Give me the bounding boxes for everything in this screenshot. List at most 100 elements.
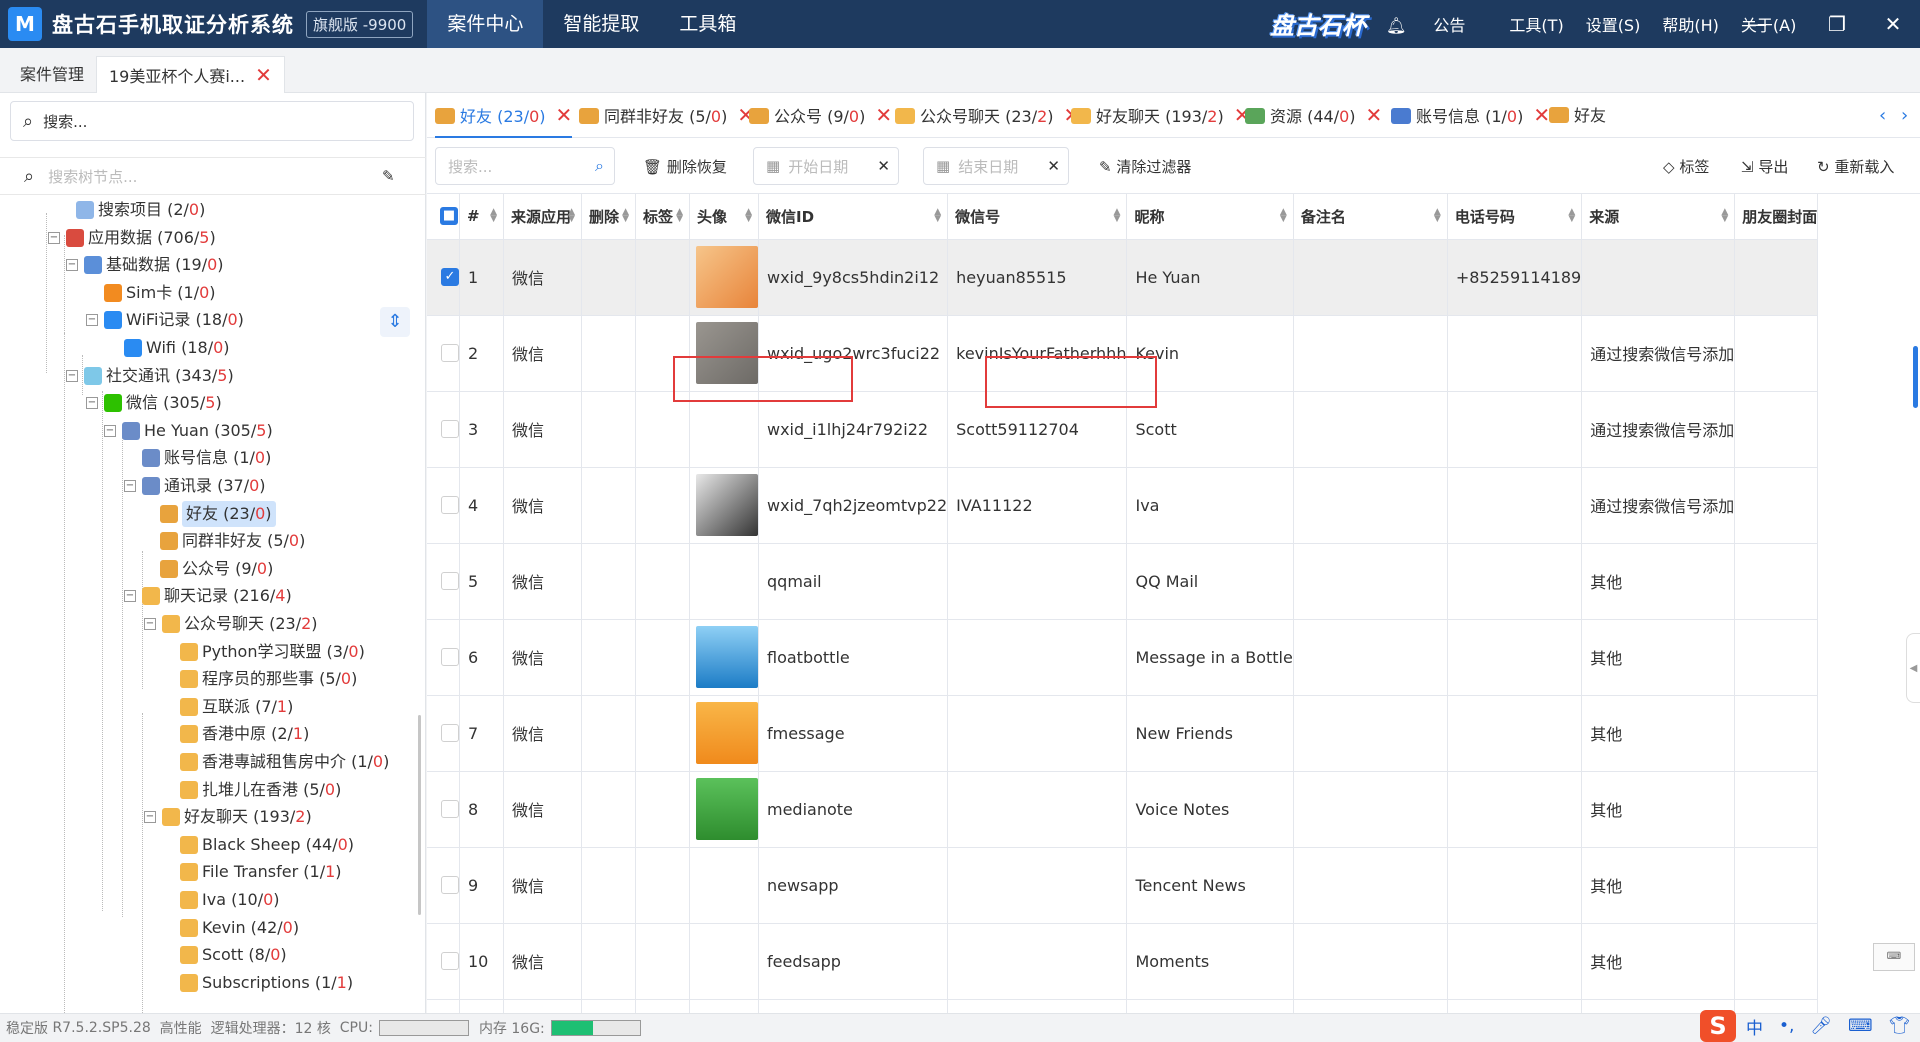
collapse-toggle-icon[interactable]: − bbox=[144, 618, 156, 630]
tree-node[interactable]: − 好友聊天 (193/2) bbox=[144, 804, 312, 830]
row-checkbox-cell[interactable] bbox=[427, 771, 460, 848]
menu-toolbox[interactable]: 工具箱 bbox=[659, 0, 756, 48]
sort-icon[interactable]: ▲ ▼ bbox=[1568, 208, 1575, 224]
collapse-toggle-icon[interactable]: − bbox=[144, 811, 156, 824]
close-tab-icon[interactable]: ✕ bbox=[1533, 103, 1550, 127]
row-checkbox-cell[interactable] bbox=[427, 315, 460, 392]
tree-node[interactable]: File Transfer (1/1) bbox=[180, 859, 342, 885]
row-checkbox-cell[interactable]: ✓ bbox=[427, 239, 460, 316]
side-panel-toggle[interactable]: ◀ bbox=[1906, 633, 1920, 703]
table-row[interactable]: 8 微信 medianote Voice Notes 其他 bbox=[427, 771, 1819, 848]
sort-icon[interactable]: ▲ ▼ bbox=[1114, 208, 1121, 224]
table-scrollbar[interactable] bbox=[1913, 346, 1918, 408]
export-button[interactable]: ⇲ 导出 bbox=[1741, 156, 1788, 177]
column-header[interactable]: 昵称 ▲ ▼ bbox=[1126, 194, 1294, 240]
row-checkbox[interactable] bbox=[441, 648, 459, 666]
tab-case-management[interactable]: 案件管理 bbox=[8, 56, 96, 93]
column-header[interactable]: 微信ID ▲ ▼ bbox=[758, 194, 949, 240]
table-row[interactable]: ✓ 1 微信 wxid_9y8cs5hdin2i12 heyuan85515 He Yua… bbox=[427, 239, 1819, 316]
sort-icon[interactable]: ▲ ▼ bbox=[676, 208, 683, 224]
menu-case-center[interactable]: 案件中心 bbox=[427, 0, 544, 48]
row-checkbox-cell[interactable] bbox=[427, 999, 460, 1014]
tree-node[interactable]: Black Sheep (44/0) bbox=[180, 832, 354, 858]
close-tab-icon[interactable]: ✕ bbox=[255, 63, 272, 87]
tree-node[interactable]: Python学习联盟 (3/0) bbox=[180, 639, 365, 665]
table-row[interactable]: 4 微信 wxid_7qh2jzeomtvp22 IVA11122 Iva 通过搜索微信号… bbox=[427, 467, 1819, 544]
collapse-toggle-icon[interactable]: − bbox=[48, 231, 60, 244]
row-checkbox[interactable] bbox=[441, 344, 459, 362]
column-header[interactable]: 头像 ▲ ▼ bbox=[689, 194, 759, 240]
collapse-toggle-icon[interactable]: − bbox=[86, 314, 98, 327]
close-window-button[interactable]: ✕ bbox=[1866, 0, 1920, 48]
tree-node[interactable]: 搜索项目 (2/0) bbox=[76, 197, 205, 223]
row-checkbox[interactable] bbox=[441, 876, 459, 894]
row-checkbox-cell[interactable] bbox=[427, 467, 460, 544]
tree-node[interactable]: − 应用数据 (706/5) bbox=[48, 225, 216, 251]
table-row[interactable]: 7 微信 fmessage New Friends 其他 bbox=[427, 695, 1819, 772]
sort-icon[interactable]: ▲ ▼ bbox=[622, 208, 629, 224]
tab-scroll-right-icon[interactable]: › bbox=[1901, 105, 1908, 126]
tree-node[interactable]: Scott (8/0) bbox=[180, 942, 287, 968]
start-date-input[interactable]: ▦ 开始日期 ✕ bbox=[753, 147, 899, 185]
tab-current-case[interactable]: 19美亚杯个人赛i... ✕ bbox=[96, 56, 285, 93]
tree-node[interactable]: 香港中原 (2/1) bbox=[180, 721, 309, 747]
column-header[interactable]: 删除 ▲ ▼ bbox=[581, 194, 636, 240]
search-input[interactable]: ⌕ 搜索... bbox=[10, 101, 414, 141]
table-search-input[interactable]: 搜索... ⌕ bbox=[435, 147, 615, 185]
select-all-header[interactable]: ■ bbox=[427, 194, 460, 240]
row-checkbox[interactable]: ✓ bbox=[441, 268, 459, 286]
collapse-toggle-icon[interactable]: − bbox=[86, 397, 98, 410]
row-checkbox-cell[interactable] bbox=[427, 695, 460, 772]
tree-node[interactable]: 好友 (23/0) bbox=[160, 500, 276, 527]
sort-icon[interactable]: ▲ ▼ bbox=[1721, 208, 1728, 224]
clear-date-icon[interactable]: ✕ bbox=[877, 157, 890, 175]
menu-smart-extract[interactable]: 智能提取 bbox=[543, 0, 659, 48]
category-tab-6[interactable]: 账号信息 (1/0) ✕ bbox=[1391, 93, 1550, 138]
chinese-mode-icon[interactable]: 中 bbox=[1746, 1014, 1763, 1039]
clear-brush-icon[interactable]: ✎ bbox=[382, 167, 395, 185]
tree-node[interactable]: 扎堆儿在香港 (5/0) bbox=[180, 777, 341, 803]
tree-node[interactable]: 同群非好友 (5/0) bbox=[160, 528, 305, 554]
sort-icon[interactable]: ▲ ▼ bbox=[745, 208, 752, 224]
tree-node[interactable]: 香港專誠租售房中介 (1/0) bbox=[180, 749, 389, 775]
close-tab-icon[interactable]: ✕ bbox=[875, 103, 892, 127]
collapse-toggle-icon[interactable]: − bbox=[104, 424, 116, 437]
tree-node[interactable]: Sim卡 (1/0) bbox=[104, 280, 216, 306]
row-checkbox-cell[interactable] bbox=[427, 391, 460, 468]
tab-scroll-left-icon[interactable]: ‹ bbox=[1879, 105, 1886, 126]
table-row[interactable]: 5 微信 qqmail QQ Mail 其他 bbox=[427, 543, 1819, 620]
tree-node[interactable]: − He Yuan (305/5) bbox=[104, 418, 273, 444]
row-checkbox[interactable] bbox=[441, 496, 459, 514]
tree-search-input[interactable]: ⌕ 搜索树节点... ✎ bbox=[0, 157, 426, 195]
mic-icon[interactable]: 🎤︎ bbox=[1810, 1016, 1832, 1036]
collapse-toggle-icon[interactable]: − bbox=[66, 259, 78, 272]
close-tab-icon[interactable]: ✕ bbox=[1366, 103, 1383, 127]
tree-node[interactable]: − 公众号聊天 (23/2) bbox=[144, 611, 318, 637]
keyboard-icon[interactable]: ⌨ bbox=[1848, 1016, 1873, 1036]
clear-date-icon[interactable]: ✕ bbox=[1047, 157, 1060, 175]
category-tab-1[interactable]: 同群非好友 (5/0) ✕ bbox=[579, 93, 754, 138]
tree-node[interactable]: 程序员的那些事 (5/0) bbox=[180, 666, 357, 692]
column-header[interactable]: 来源 ▲ ▼ bbox=[1581, 194, 1736, 240]
row-checkbox[interactable] bbox=[441, 724, 459, 742]
row-checkbox-cell[interactable] bbox=[427, 847, 460, 924]
tree-node[interactable]: Iva (10/0) bbox=[180, 887, 280, 913]
category-tab-0[interactable]: 好友 (23/0) ✕ bbox=[435, 93, 573, 138]
tag-button[interactable]: ◇ 标签 bbox=[1663, 156, 1709, 177]
collapse-toggle-icon[interactable]: − bbox=[124, 480, 136, 492]
collapse-toggle-icon[interactable]: − bbox=[124, 590, 136, 603]
collapse-toggle-icon[interactable]: − bbox=[66, 369, 78, 382]
table-row[interactable]: 9 微信 newsapp Tencent News 其他 bbox=[427, 847, 1819, 924]
menu-help[interactable]: 帮助(H) bbox=[1662, 12, 1719, 36]
row-checkbox[interactable] bbox=[441, 572, 459, 590]
sogou-ime-icon[interactable]: S bbox=[1700, 1010, 1736, 1042]
delete-restore-button[interactable]: 🗑︎ 删除恢复 bbox=[643, 156, 727, 177]
table-row[interactable]: 10 微信 feedsapp Moments 其他 bbox=[427, 923, 1819, 1000]
keyboard-widget-icon[interactable]: ⌨ bbox=[1873, 943, 1915, 971]
collapse-all-button[interactable]: ⇕ bbox=[380, 307, 410, 337]
sort-icon[interactable]: ▲ ▼ bbox=[1280, 208, 1287, 224]
column-header[interactable]: 来源应用 ▲ ▼ bbox=[503, 194, 582, 240]
end-date-input[interactable]: ▦ 结束日期 ✕ bbox=[923, 147, 1069, 185]
row-checkbox-cell[interactable] bbox=[427, 619, 460, 696]
sort-icon[interactable]: ▲ ▼ bbox=[1434, 208, 1441, 224]
